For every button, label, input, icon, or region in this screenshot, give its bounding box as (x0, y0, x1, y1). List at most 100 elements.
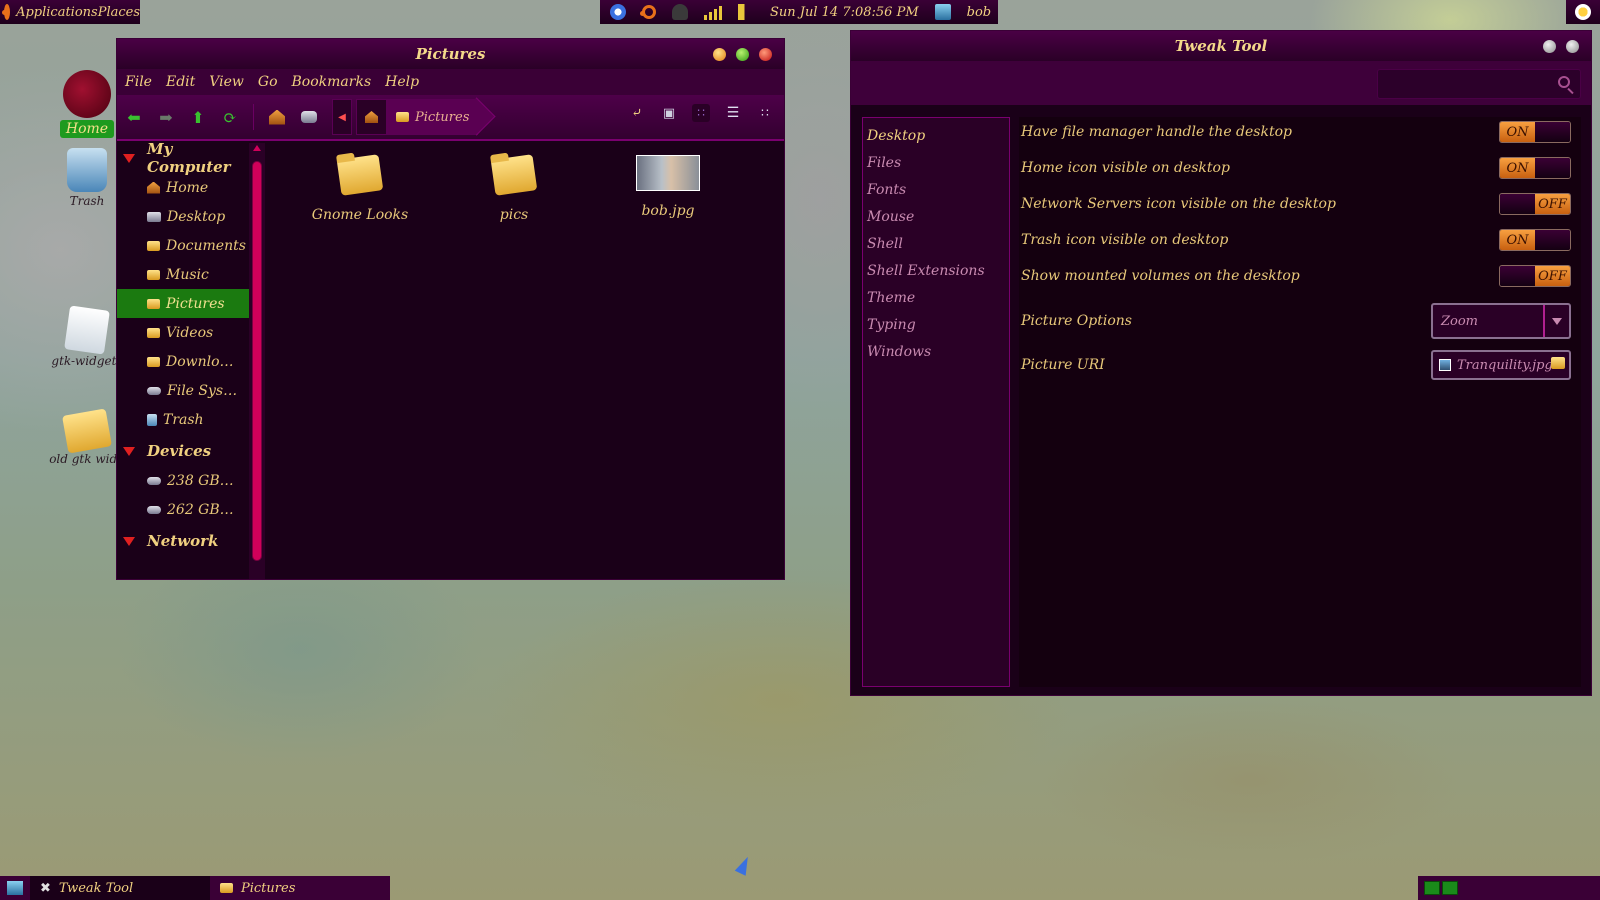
switch-knob (1500, 266, 1535, 286)
sidebar-item-pictures[interactable]: Pictures (117, 289, 249, 318)
nav-item-mouse[interactable]: Mouse (863, 203, 1009, 230)
menu-file[interactable]: File (125, 74, 152, 90)
sidebar-item-volume-238[interactable]: 238 GB… (117, 466, 249, 495)
file-item-image[interactable]: bob.jpg (613, 155, 723, 219)
menu-go[interactable]: Go (258, 74, 278, 90)
sidebar-section-my-computer[interactable]: My Computer (117, 143, 249, 176)
file-name: Gnome Looks (311, 207, 409, 223)
computer-icon[interactable] (300, 108, 318, 126)
menu-bookmarks[interactable]: Bookmarks (292, 74, 372, 90)
toggle-switch[interactable]: ON (1499, 229, 1571, 251)
ubuntu-logo-icon[interactable] (1, 4, 11, 20)
forward-arrow-icon[interactable]: ➡ (157, 108, 175, 127)
list-view-icon[interactable]: ☰ (724, 104, 742, 122)
home-folder-icon[interactable] (268, 108, 286, 126)
workspace-1[interactable] (1424, 881, 1440, 895)
picture-uri-file-chooser[interactable]: Tranquility.jpg (1431, 350, 1571, 380)
sidebar-item-documents[interactable]: Documents (117, 231, 249, 260)
menu-view[interactable]: View (209, 74, 244, 90)
toggle-switch[interactable]: OFF (1499, 265, 1571, 287)
setting-label: Network Servers icon visible on the desk… (1021, 196, 1336, 212)
toggle-switch[interactable]: ON (1499, 157, 1571, 179)
clock[interactable]: Sun Jul 14 7:08:56 PM (770, 5, 919, 20)
sidebar-item-label: Desktop (167, 208, 226, 225)
menu-help[interactable]: Help (385, 74, 419, 90)
file-chooser-value: Tranquility.jpg (1457, 357, 1553, 373)
places-sidebar: My Computer Home Desktop Documents Music… (117, 143, 249, 579)
nav-item-theme[interactable]: Theme (863, 284, 1009, 311)
nav-item-fonts[interactable]: Fonts (863, 176, 1009, 203)
task-label: Tweak Tool (58, 880, 134, 896)
maximize-button[interactable] (736, 48, 749, 61)
minimize-button[interactable] (1543, 40, 1556, 53)
sidebar-item-label: Downlo… (166, 353, 234, 370)
sidebar-item-volume-262[interactable]: 262 GB… (117, 495, 249, 524)
sidebar-item-downloads[interactable]: Downlo… (117, 347, 249, 376)
breadcrumb-home[interactable] (356, 99, 387, 135)
nav-item-files[interactable]: Files (863, 149, 1009, 176)
back-arrow-icon[interactable]: ⬅ (125, 108, 143, 127)
file-view[interactable]: Gnome Looks pics bob.jpg (265, 143, 784, 579)
file-item-folder[interactable]: pics (459, 154, 569, 223)
image-thumbnail (636, 155, 700, 191)
sidebar-item-desktop[interactable]: Desktop (117, 202, 249, 231)
search-files-icon[interactable]: ▣ (660, 104, 678, 122)
scroll-up-icon[interactable] (253, 145, 261, 151)
breadcrumb-pictures[interactable]: Pictures (387, 99, 479, 135)
nav-item-shell-extensions[interactable]: Shell Extensions (863, 257, 1009, 284)
desktop-icon-label: gtk-widgets (51, 354, 123, 368)
show-desktop-button[interactable] (0, 876, 30, 900)
volume-icon[interactable] (738, 4, 754, 20)
scrollbar-thumb[interactable] (252, 161, 262, 561)
icon-view-icon[interactable]: ∷ (692, 104, 710, 122)
search-input[interactable] (1377, 69, 1581, 99)
window-titlebar[interactable]: Pictures (117, 39, 784, 69)
compact-view-icon[interactable]: ∷ (756, 104, 774, 122)
window-titlebar[interactable]: Tweak Tool (851, 31, 1591, 61)
applications-places-menu[interactable]: ApplicationsPlaces (16, 5, 140, 20)
toggle-switch[interactable]: ON (1499, 121, 1571, 143)
sidebar-item-home[interactable]: Home (117, 173, 249, 202)
update-manager-icon[interactable] (640, 5, 656, 19)
cloud-icon[interactable] (672, 4, 688, 20)
up-arrow-icon[interactable]: ⬆ (189, 108, 207, 127)
sidebar-heading: Network (147, 532, 219, 550)
sidebar-item-music[interactable]: Music (117, 260, 249, 289)
close-button[interactable] (759, 48, 772, 61)
open-terminal-icon[interactable]: ⤶ (628, 104, 646, 122)
picture-options-dropdown[interactable]: Zoom (1431, 303, 1571, 339)
minimize-button[interactable] (713, 48, 726, 61)
category-list: Desktop Files Fonts Mouse Shell Shell Ex… (862, 117, 1010, 687)
home-icon (147, 181, 160, 194)
sidebar-item-trash[interactable]: Trash (117, 405, 249, 434)
path-scroll-left-button[interactable]: ◀ (332, 99, 352, 135)
toggle-switch[interactable]: OFF (1499, 193, 1571, 215)
sidebar-heading: My Computer (147, 143, 231, 176)
sidebar-item-videos[interactable]: Videos (117, 318, 249, 347)
nav-item-shell[interactable]: Shell (863, 230, 1009, 257)
weather-applet[interactable] (1566, 0, 1600, 24)
sidebar-scrollbar[interactable] (249, 143, 265, 579)
breadcrumb: Pictures (356, 99, 479, 135)
sidebar-section-network[interactable]: Network (117, 526, 249, 556)
bluetooth-icon[interactable] (610, 4, 626, 20)
file-item-folder[interactable]: Gnome Looks (305, 154, 415, 223)
nav-item-typing[interactable]: Typing (863, 311, 1009, 338)
nav-item-desktop[interactable]: Desktop (863, 122, 1009, 149)
task-tweak-tool[interactable]: ✖ Tweak Tool (30, 876, 210, 900)
reload-icon[interactable]: ⟳ (221, 108, 239, 127)
folder-icon (396, 112, 409, 122)
sidebar-item-label: Trash (163, 411, 204, 428)
sidebar-item-file-system[interactable]: File Sys… (117, 376, 249, 405)
setting-label: Have file manager handle the desktop (1021, 124, 1292, 140)
menu-edit[interactable]: Edit (166, 74, 195, 90)
network-signal-icon[interactable] (704, 4, 722, 20)
close-button[interactable] (1566, 40, 1579, 53)
document-icon (64, 305, 110, 355)
top-panel-left: ApplicationsPlaces (0, 0, 140, 24)
workspace-2[interactable] (1442, 881, 1458, 895)
sidebar-section-devices[interactable]: Devices (117, 436, 249, 466)
user-name[interactable]: bob (967, 5, 991, 20)
task-pictures[interactable]: Pictures (210, 876, 390, 900)
nav-item-windows[interactable]: Windows (863, 338, 1009, 365)
